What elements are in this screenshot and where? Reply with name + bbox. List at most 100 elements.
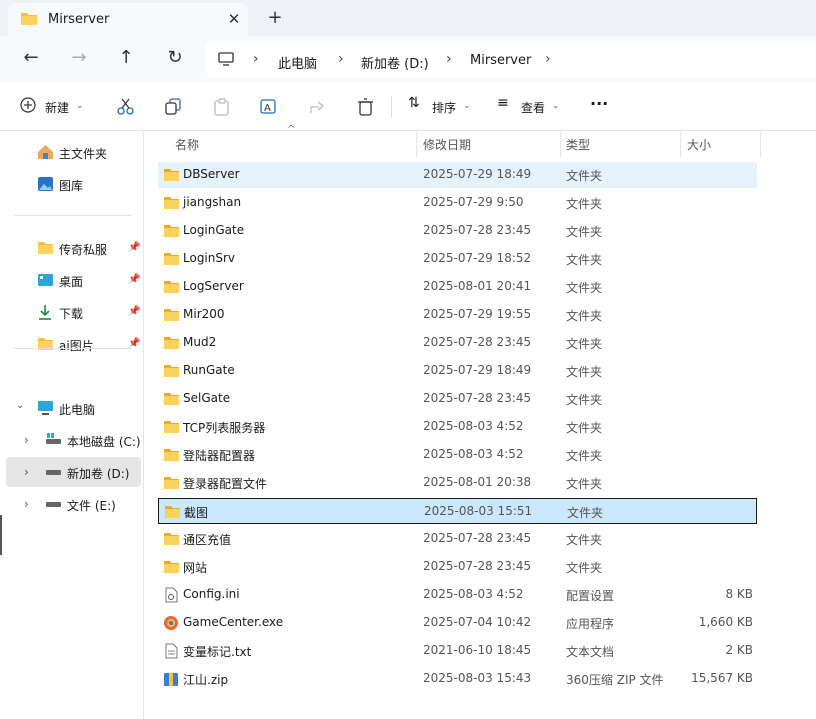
breadcrumb-mirserver[interactable]: Mirserver xyxy=(470,53,531,68)
breadcrumb-this-pc[interactable]: 此电脑 xyxy=(278,53,317,72)
table-row[interactable]: 登录器配置文件 2025-08-01 20:38 文件夹 xyxy=(158,470,757,496)
file-size: 15,567 KB xyxy=(691,671,753,685)
file-type: 文件夹 xyxy=(566,169,603,183)
chevron-right-icon[interactable]: › xyxy=(24,433,29,447)
table-row[interactable]: LoginGate 2025-07-28 23:45 文件夹 xyxy=(158,218,757,244)
sidebar-item-drive-d[interactable]: › 新加卷 (D:) xyxy=(6,457,141,487)
paste-icon[interactable] xyxy=(213,98,231,116)
chevron-down-icon[interactable]: ⌄ xyxy=(552,101,560,111)
column-separator[interactable] xyxy=(680,131,681,157)
monitor-icon xyxy=(218,52,234,66)
sidebar-item-drive-e[interactable]: › 文件 (E:) xyxy=(0,490,143,518)
sidebar-item-gallery[interactable]: 图库 xyxy=(0,170,143,198)
window-edge xyxy=(0,515,2,555)
up-button[interactable]: ↑ xyxy=(112,44,140,72)
chevron-right-icon[interactable]: › xyxy=(338,51,344,67)
tab-mirserver[interactable]: Mirserver ✕ xyxy=(8,3,248,36)
chevron-right-icon[interactable]: › xyxy=(24,465,29,479)
sort-icon[interactable]: ⇅ xyxy=(408,95,420,111)
close-tab-icon[interactable]: ✕ xyxy=(224,9,244,29)
tab-strip: Mirserver ✕ + xyxy=(0,0,816,36)
table-row[interactable]: 江山.zip 2025-08-03 15:43 360压缩 ZIP 文件 15,567… xyxy=(158,666,757,692)
pin-icon[interactable]: 📌 xyxy=(128,274,140,285)
sidebar-item-desktop[interactable]: 桌面 📌 xyxy=(0,266,143,294)
file-name: RunGate xyxy=(183,363,235,377)
address-bar[interactable]: › 此电脑 › 新加卷 (D:) › Mirserver › xyxy=(206,41,816,77)
forward-button[interactable]: → xyxy=(65,44,93,72)
table-row[interactable]: TCP列表服务器 2025-08-03 4:52 文件夹 xyxy=(158,414,757,440)
table-row[interactable]: Mud2 2025-07-28 23:45 文件夹 xyxy=(158,330,757,356)
file-size: 1,660 KB xyxy=(698,615,753,629)
sidebar-item-drive-c[interactable]: › 本地磁盘 (C:) xyxy=(0,426,143,454)
chevron-down-icon[interactable]: ⌄ xyxy=(16,400,24,411)
table-row[interactable]: 截图 2025-08-03 15:51 文件夹 xyxy=(158,498,757,524)
table-row[interactable]: SelGate 2025-07-28 23:45 文件夹 xyxy=(158,386,757,412)
file-type: 文本文档 xyxy=(566,645,615,659)
chevron-right-icon[interactable]: › xyxy=(446,51,452,67)
column-header-name[interactable]: 名称 xyxy=(175,136,199,153)
back-button[interactable]: ← xyxy=(17,44,45,72)
table-row[interactable]: RunGate 2025-07-29 18:49 文件夹 xyxy=(158,358,757,384)
column-header-type[interactable]: 类型 xyxy=(566,136,590,153)
table-row[interactable]: LoginSrv 2025-07-29 18:52 文件夹 xyxy=(158,246,757,272)
cut-icon[interactable] xyxy=(117,98,135,116)
view-button[interactable]: 查看 xyxy=(521,99,545,116)
folder-icon xyxy=(164,477,179,489)
table-row[interactable]: DBServer 2025-07-29 18:49 文件夹 xyxy=(158,162,757,188)
chevron-down-icon[interactable]: ⌄ xyxy=(463,101,471,111)
refresh-button[interactable]: ↻ xyxy=(161,44,189,72)
column-header-date[interactable]: 修改日期 xyxy=(423,136,471,153)
file-name: SelGate xyxy=(183,391,231,405)
delete-icon[interactable] xyxy=(357,98,375,116)
zip-file-icon xyxy=(164,673,178,686)
folder-icon xyxy=(164,281,179,293)
table-row[interactable]: 变量标记.txt 2021-06-10 18:45 文本文档 2 KB xyxy=(158,638,757,664)
table-row[interactable]: jiangshan 2025-07-29 9:50 文件夹 xyxy=(158,190,757,216)
chevron-right-icon[interactable]: › xyxy=(253,51,259,67)
svg-text:A: A xyxy=(264,103,271,114)
share-icon[interactable] xyxy=(309,98,327,116)
file-date: 2025-07-28 23:45 xyxy=(423,531,532,545)
file-date: 2025-07-28 23:45 xyxy=(423,559,532,573)
column-separator[interactable] xyxy=(560,131,561,157)
pin-icon[interactable]: 📌 xyxy=(128,242,140,253)
chevron-down-icon[interactable]: ⌄ xyxy=(76,101,84,111)
sidebar-label: 新加卷 (D:) xyxy=(67,467,130,481)
sidebar-item-ai-images[interactable]: ai图片 📌 xyxy=(0,330,143,358)
sidebar-item-downloads[interactable]: 下载 📌 xyxy=(0,298,143,326)
sidebar-item-this-pc[interactable]: ⌄ 此电脑 xyxy=(0,394,143,422)
table-row[interactable]: Mir200 2025-07-29 19:55 文件夹 xyxy=(158,302,757,328)
chevron-right-icon[interactable]: › xyxy=(545,51,551,67)
sidebar-label: 本地磁盘 (C:) xyxy=(67,435,141,449)
table-row[interactable]: LogServer 2025-08-01 20:41 文件夹 xyxy=(158,274,757,300)
new-tab-button[interactable]: + xyxy=(264,7,286,29)
desktop-icon xyxy=(38,274,53,286)
column-separator[interactable] xyxy=(760,131,761,157)
navigation-pane: 主文件夹 图库 传奇私服 📌 桌面 📌 下载 📌 ai图片 📌 ⌄ 此电脑 › … xyxy=(0,131,144,719)
pin-icon[interactable]: 📌 xyxy=(128,306,140,317)
sidebar-item-home[interactable]: 主文件夹 xyxy=(0,138,143,166)
file-date: 2025-08-03 4:52 xyxy=(423,419,524,433)
sort-button[interactable]: 排序 xyxy=(432,99,456,116)
table-row[interactable]: 网站 2025-07-28 23:45 文件夹 xyxy=(158,554,757,580)
sidebar-item-pinned-folder[interactable]: 传奇私服 📌 xyxy=(0,234,143,262)
plus-circle-icon[interactable] xyxy=(20,97,44,121)
sidebar-divider xyxy=(14,348,132,349)
rename-icon[interactable]: A xyxy=(260,98,280,116)
column-separator[interactable] xyxy=(416,131,417,157)
breadcrumb-drive-d[interactable]: 新加卷 (D:) xyxy=(361,53,429,72)
more-options-button[interactable]: ··· xyxy=(590,94,608,113)
table-row[interactable]: 通区充值 2025-07-28 23:45 文件夹 xyxy=(158,526,757,552)
copy-icon[interactable] xyxy=(165,98,183,116)
table-row[interactable]: GameCenter.exe 2025-07-04 10:42 应用程序 1,660 … xyxy=(158,610,757,636)
chevron-right-icon[interactable]: › xyxy=(24,497,29,511)
table-row[interactable]: 登陆器配置器 2025-08-03 4:52 文件夹 xyxy=(158,442,757,468)
table-row[interactable]: Config.ini 2025-08-03 4:52 配置设置 8 KB xyxy=(158,582,757,608)
file-date: 2025-08-03 15:43 xyxy=(423,671,532,685)
folder-icon xyxy=(164,197,179,209)
new-button[interactable]: 新建 xyxy=(45,99,69,116)
folder-icon xyxy=(164,533,179,545)
view-icon[interactable]: ≡ xyxy=(497,95,509,111)
column-header-size[interactable]: 大小 xyxy=(687,136,711,153)
file-type: 文件夹 xyxy=(566,365,603,379)
